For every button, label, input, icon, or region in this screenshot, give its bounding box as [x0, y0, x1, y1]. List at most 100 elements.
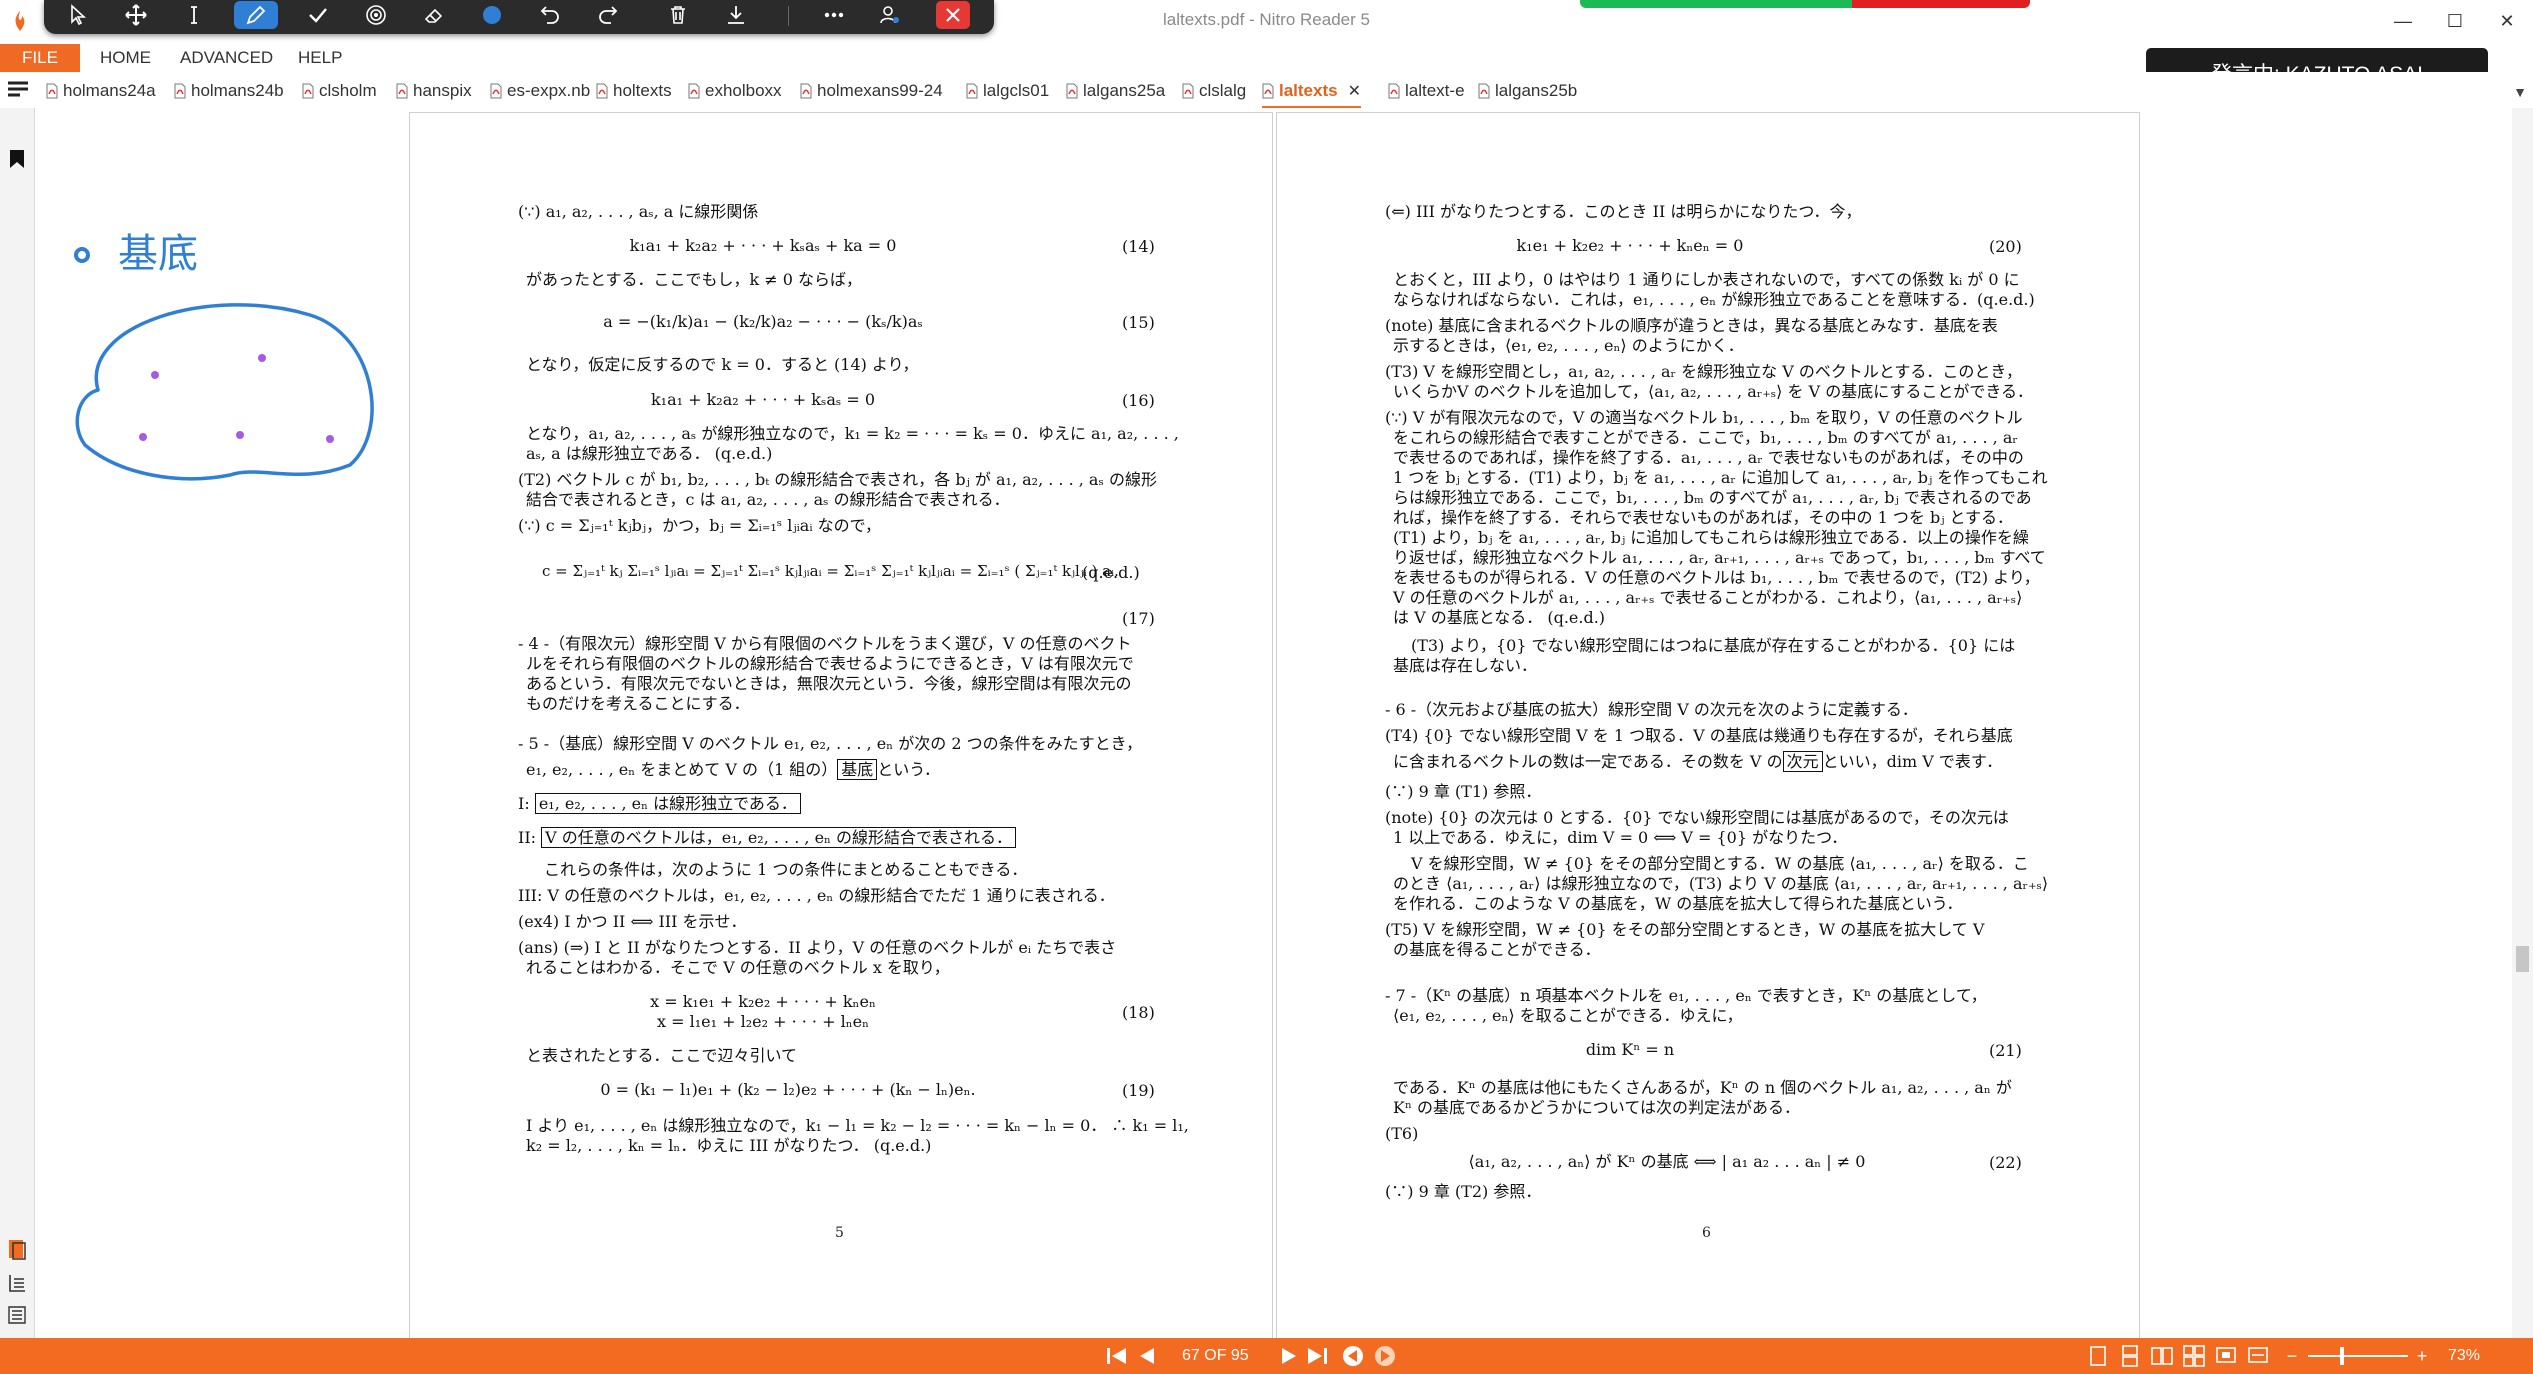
close-toolbar-icon[interactable]: [936, 1, 970, 29]
tab-holmans24b[interactable]: holmans24b: [174, 76, 284, 106]
pen-icon[interactable]: [234, 1, 278, 29]
color-picker-icon[interactable]: [472, 0, 512, 30]
text-line: は V の基底となる． (q.e.d.): [1393, 608, 1606, 627]
zoom-out-button[interactable]: −: [2282, 1344, 2302, 1368]
annotation-toolbar: [44, 0, 994, 34]
equation: c = Σⱼ₌₁ᵗ kⱼ Σᵢ₌₁ˢ lⱼᵢaᵢ = Σⱼ₌₁ᵗ Σᵢ₌₁ˢ k…: [542, 562, 1119, 580]
text-line: らは線形独立である．ここで，b₁, . . . , bₘ のすべてが a₁, .…: [1393, 488, 2032, 507]
user-settings-icon[interactable]: [870, 0, 910, 30]
tab-overflow-icon[interactable]: ▼: [2513, 84, 2527, 100]
pdf-file-icon: [396, 83, 408, 99]
checkmark-icon[interactable]: [298, 0, 338, 30]
tab-lalgans25a[interactable]: lalgans25a: [1066, 76, 1165, 106]
comments-panel-icon[interactable]: [6, 1272, 28, 1294]
pdf-file-icon: [1388, 83, 1400, 99]
zoom-slider-handle[interactable]: [2340, 1347, 2344, 1365]
menu-advanced[interactable]: ADVANCED: [180, 48, 273, 68]
boxed-term: 基底: [837, 759, 878, 780]
tab-clsholm[interactable]: clsholm: [302, 76, 377, 106]
text-line: とおくと，III より，0 はやはり 1 通りにしか表されないので，すべての係数…: [1393, 270, 2020, 289]
download-icon[interactable]: [716, 0, 756, 30]
text-line: の基底を得ることができる．: [1393, 940, 1601, 959]
tab-exholboxx[interactable]: exholboxx: [688, 76, 782, 106]
tab-label: laltext-e: [1405, 81, 1465, 100]
single-page-view-icon[interactable]: [2086, 1344, 2110, 1368]
pdf-file-icon: [800, 83, 812, 99]
maximize-button[interactable]: ☐: [2429, 0, 2481, 42]
pages-panel-icon[interactable]: [6, 1238, 28, 1260]
eraser-icon[interactable]: [414, 0, 454, 30]
close-tab-icon[interactable]: ✕: [1348, 81, 1361, 101]
trash-icon[interactable]: [658, 0, 698, 30]
move-icon[interactable]: [116, 0, 156, 30]
tab-laltext-e[interactable]: laltext-e: [1388, 76, 1465, 106]
undo-icon[interactable]: [530, 0, 570, 30]
tab-laltexts[interactable]: laltexts ✕: [1262, 76, 1361, 109]
next-page-icon[interactable]: [1276, 1344, 1302, 1368]
text-line: (T5) V を線形空間，W ≠ {0} をその部分空間とするとき，W の基底を…: [1385, 920, 1985, 939]
text-line: を表せるものが得られる．V の任意のベクトルは b₁, . . . , bₘ で…: [1393, 568, 2040, 587]
text-line: (T3) V を線形空間とし，a₁, a₂, . . . , aᵣ を線形独立な…: [1385, 362, 2022, 381]
forward-view-icon[interactable]: [1372, 1344, 1398, 1368]
zoom-level[interactable]: 73%: [2448, 1347, 2480, 1365]
pdf-file-icon: [596, 83, 608, 99]
back-view-icon[interactable]: [1340, 1344, 1366, 1368]
bookmark-panel-icon[interactable]: [6, 148, 28, 170]
section-7-text: - 7 -（Kⁿ の基底）n 項基本ベクトルを e₁, . . . , eₙ で…: [1385, 986, 1987, 1005]
equation-number: (19): [1122, 1081, 1155, 1100]
zoom-slider-track[interactable]: [2308, 1355, 2408, 1357]
text-line: k₂ = l₂, . . . , kₙ = lₙ．ゆえに III がなりたつ． …: [526, 1136, 932, 1155]
tab-clslalg[interactable]: clslalg: [1182, 76, 1246, 106]
tab-lalgans25b[interactable]: lalgans25b: [1478, 76, 1577, 106]
zoom-in-button[interactable]: +: [2412, 1344, 2432, 1368]
pointer-icon[interactable]: [58, 0, 98, 30]
close-window-button[interactable]: ✕: [2481, 0, 2533, 42]
page-indicator[interactable]: 67 OF 95: [1182, 1347, 1249, 1365]
last-page-icon[interactable]: [1304, 1344, 1332, 1368]
tab-label: holtexts: [613, 81, 672, 100]
tab-hanspix[interactable]: hanspix: [396, 76, 472, 106]
facing-continuous-view-icon[interactable]: [2182, 1344, 2206, 1368]
section-6-text: - 6 -（次元および基底の拡大）線形空間 V の次元を次のように定義する．: [1385, 700, 1918, 719]
tab-lalgcls01[interactable]: lalgcls01: [966, 76, 1049, 106]
tab-label: es-expx.nb: [507, 81, 591, 100]
page-number: 5: [835, 1225, 844, 1241]
pdf-file-icon: [490, 83, 502, 99]
redo-icon[interactable]: [588, 0, 628, 30]
equation-number: (14): [1122, 237, 1155, 256]
scrollbar-thumb[interactable]: [2516, 946, 2529, 972]
tab-label: holmans24b: [191, 81, 284, 100]
fit-width-icon[interactable]: [2246, 1344, 2270, 1368]
more-icon[interactable]: [814, 0, 854, 30]
menu-home[interactable]: HOME: [100, 48, 151, 68]
text-cursor-icon[interactable]: [174, 0, 214, 30]
minimize-button[interactable]: —: [2377, 0, 2429, 42]
previous-page-icon[interactable]: [1134, 1344, 1160, 1368]
outline-panel-icon[interactable]: [6, 1304, 28, 1326]
tab-holmexans99-24[interactable]: holmexans99-24: [800, 76, 943, 106]
fit-page-icon[interactable]: [2214, 1344, 2238, 1368]
facing-view-icon[interactable]: [2150, 1344, 2174, 1368]
tab-es-expx-nb[interactable]: es-expx.nb: [490, 76, 590, 106]
menu-file[interactable]: FILE: [0, 44, 80, 72]
vertical-scrollbar[interactable]: [2512, 108, 2533, 1338]
tab-holmans24a[interactable]: holmans24a: [46, 76, 156, 106]
pdf-file-icon: [302, 83, 314, 99]
laser-icon[interactable]: [356, 0, 396, 30]
status-bar: 67 OF 95 − + 73%: [0, 1338, 2533, 1374]
pdf-file-icon: [966, 83, 978, 99]
text-line: となり，仮定に反するので k = 0．すると (14) より，: [526, 355, 919, 374]
equation-number: (15): [1122, 313, 1155, 332]
equation: k₁a₁ + k₂a₂ + · · · + kₛaₛ = 0: [650, 390, 876, 409]
menu-help[interactable]: HELP: [298, 48, 342, 68]
handwritten-annotation[interactable]: 基底: [60, 215, 380, 490]
tab-list-icon[interactable]: [6, 80, 30, 100]
text-line: (note) {0} の次元は 0 とする．{0} でない線形空間には基底がある…: [1385, 808, 2009, 827]
pdf-file-icon: [46, 83, 58, 99]
text-line: (∵) 9 章 (T2) 参照．: [1385, 1182, 1542, 1201]
tab-holtexts[interactable]: holtexts: [596, 76, 672, 106]
text-line: ものだけを考えることにする．: [526, 694, 750, 713]
continuous-view-icon[interactable]: [2118, 1344, 2142, 1368]
pdf-file-icon: [174, 83, 186, 99]
first-page-icon[interactable]: [1102, 1344, 1130, 1368]
